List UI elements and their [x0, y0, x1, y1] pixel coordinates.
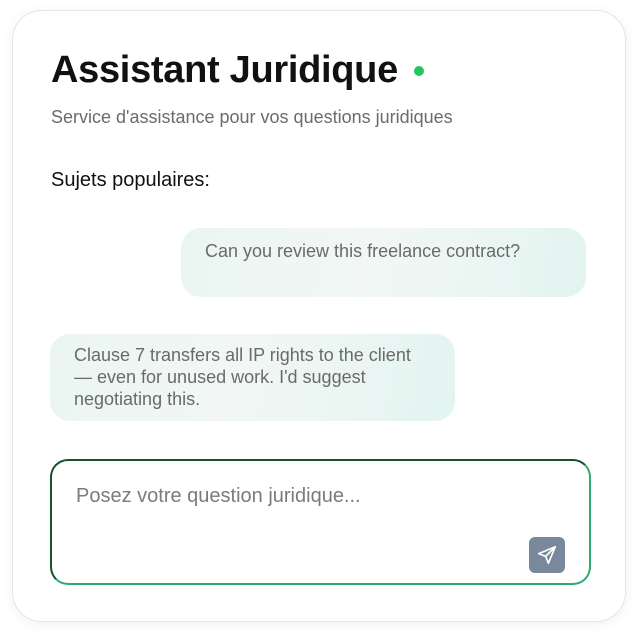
page-subtitle: Service d'assistance pour vos questions …	[51, 107, 453, 127]
online-status-dot	[413, 66, 424, 76]
header: Assistant Juridique	[51, 47, 424, 93]
message-composer	[50, 459, 591, 585]
question-input[interactable]	[76, 485, 516, 508]
user-message-bubble: Can you review this freelance contract?	[181, 228, 586, 297]
popular-topics-label: Sujets populaires:	[51, 169, 210, 191]
page-title: Assistant Juridique	[51, 49, 398, 91]
chat-card: Assistant Juridique Service d'assistance…	[12, 10, 626, 622]
assistant-message-bubble: Clause 7 transfers all IP rights to the …	[50, 334, 455, 421]
paper-plane-icon	[537, 545, 557, 565]
send-button[interactable]	[529, 537, 565, 573]
